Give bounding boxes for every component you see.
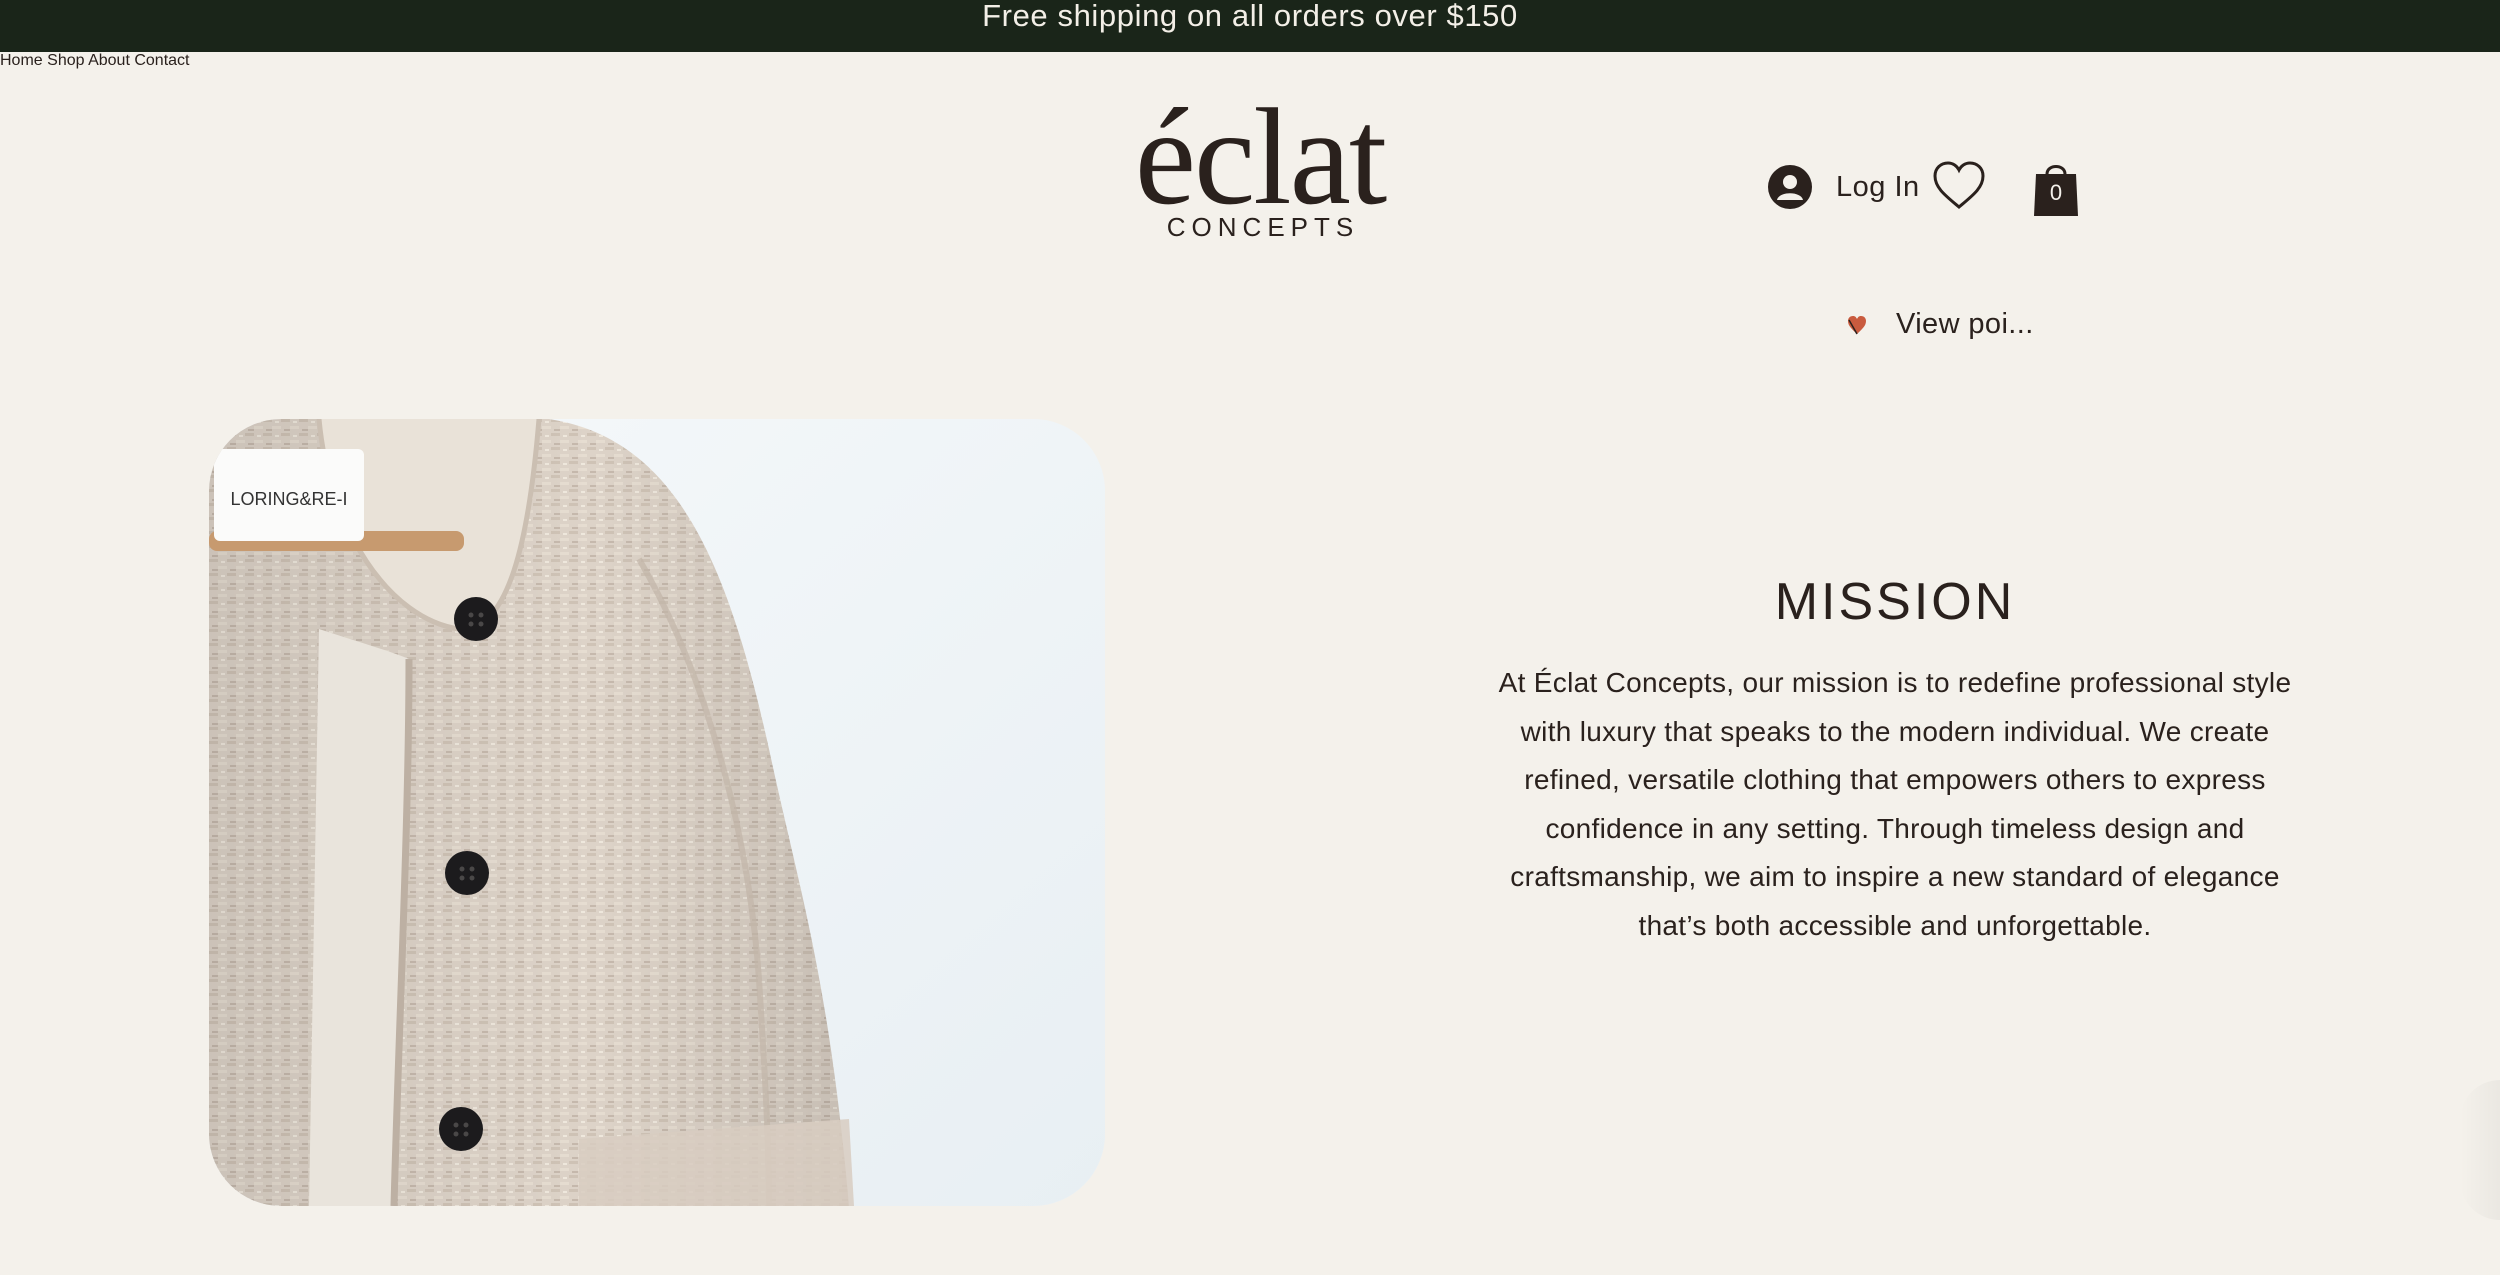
mission-section: MISSION At Éclat Concepts, our mission i… (1480, 567, 2310, 950)
login-button[interactable]: Log In (1768, 162, 1920, 212)
site-logo[interactable]: éclat CONCEPTS (1080, 80, 1440, 243)
jacket-illustration: LORING&RE-I (209, 419, 1105, 1206)
nav-link-about[interactable]: About (88, 52, 130, 69)
garment-tag-text: LORING&RE-I (230, 489, 347, 509)
site-header: Home Shop About Contact éclat CONCEPTS L… (0, 52, 2500, 340)
heart-icon (1933, 161, 1985, 209)
nav-link-home[interactable]: Home (0, 52, 43, 69)
mission-title: MISSION (1774, 573, 2016, 631)
view-points-button[interactable]: View poi... (1846, 308, 2034, 341)
jacket-photo: LORING&RE-I (209, 419, 1105, 1206)
login-label: Log In (1836, 170, 1920, 203)
chat-widget-edge (2460, 1080, 2500, 1220)
nav-link-shop[interactable]: Shop (47, 52, 84, 69)
cart-count-badge: 0 (2049, 180, 2063, 205)
mission-text: At Éclat Concepts, our mission is to red… (1498, 667, 2292, 941)
wishlist-button[interactable] (1932, 160, 1986, 212)
logo-subtitle: CONCEPTS (1166, 212, 1360, 242)
main-nav: Home Shop About Contact (0, 52, 2500, 70)
announcement-text: Free shipping on all orders over $150 (982, 0, 1518, 33)
points-heart-icon (1848, 315, 1866, 334)
announcement-bar: Free shipping on all orders over $150 (0, 0, 2500, 52)
user-avatar-icon (1768, 165, 1812, 209)
nav-link-contact[interactable]: Contact (134, 52, 189, 69)
cart-button[interactable]: 0 (2032, 158, 2080, 218)
logo-wordmark: éclat (1134, 80, 1387, 233)
points-label: View poi... (1896, 308, 2034, 340)
